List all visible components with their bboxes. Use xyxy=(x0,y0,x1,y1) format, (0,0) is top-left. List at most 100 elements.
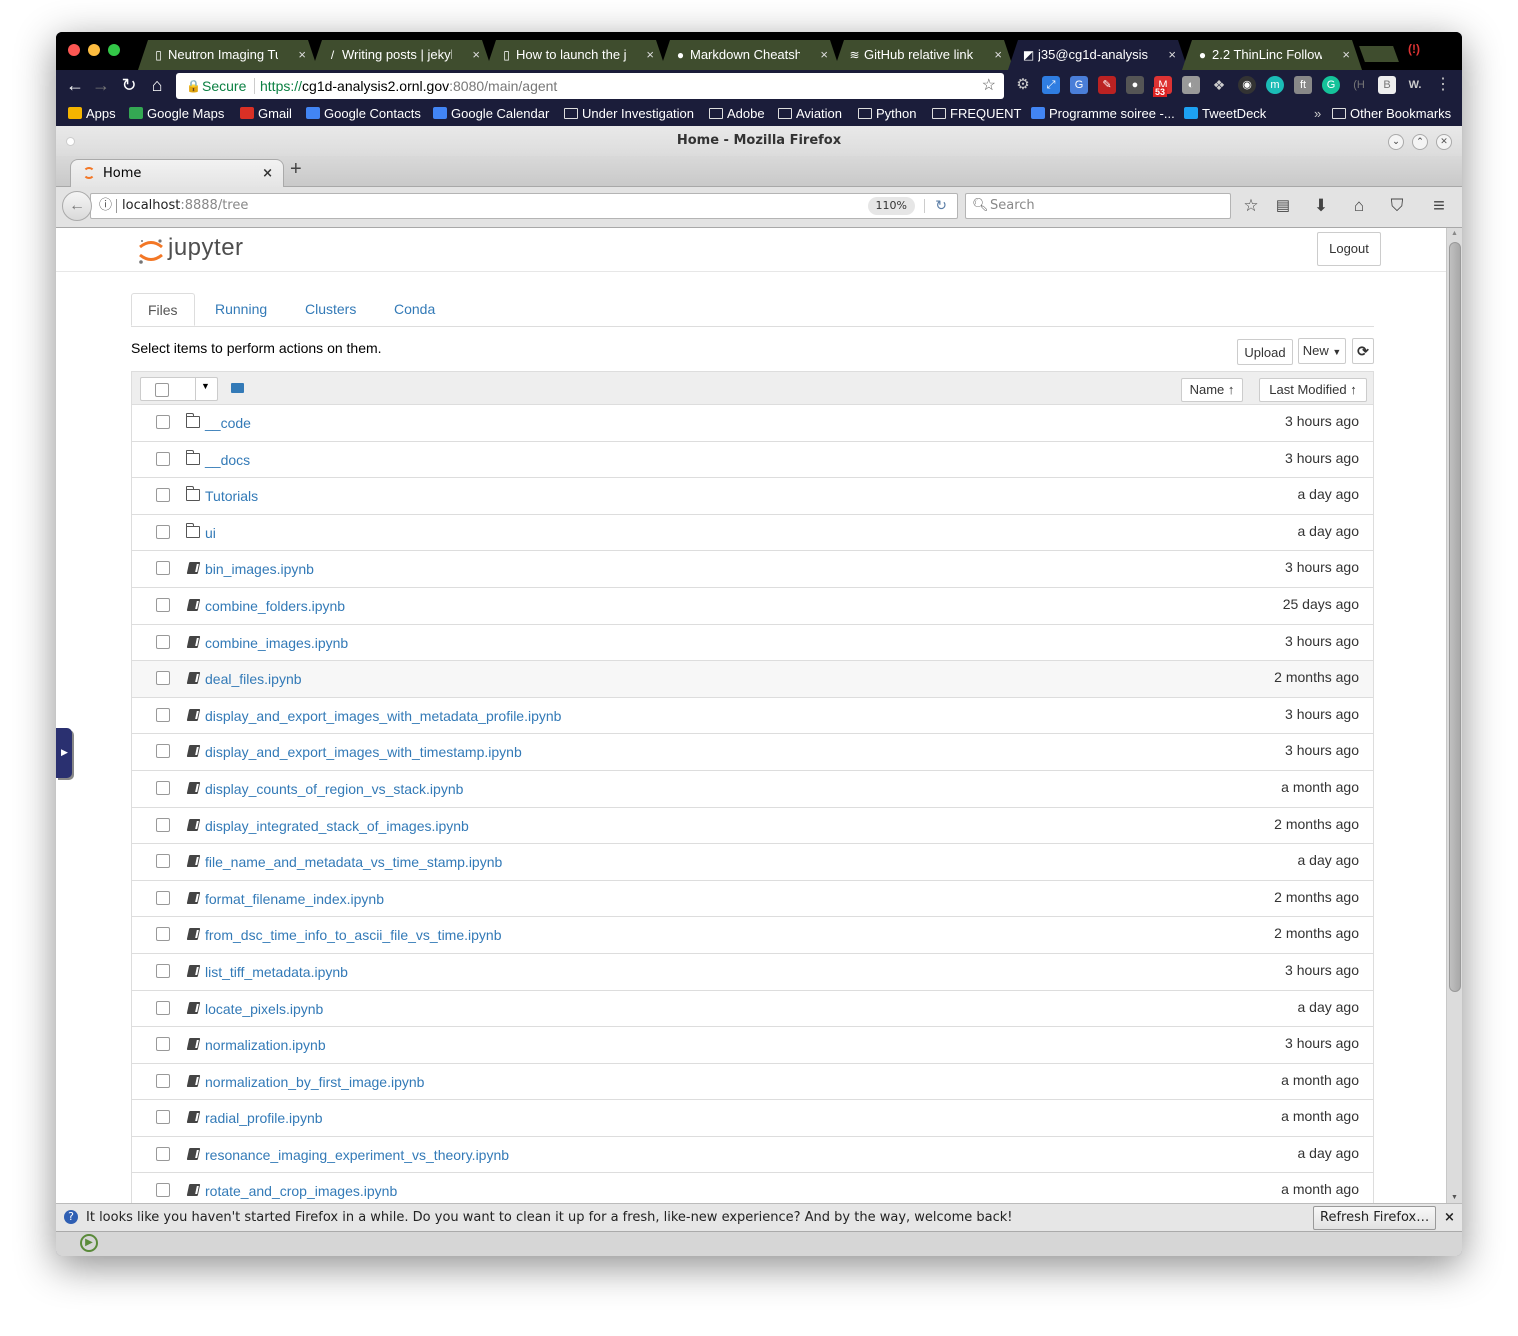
settings-gear-icon[interactable]: ⚙ xyxy=(1014,76,1032,94)
file-name-link[interactable]: display_and_export_images_with_metadata_… xyxy=(205,698,561,734)
file-name-link[interactable]: list_tiff_metadata.ipynb xyxy=(205,954,348,990)
file-row[interactable]: deal_files.ipynb 2 months ago xyxy=(131,661,1374,698)
scrollbar-thumb[interactable] xyxy=(1449,242,1461,992)
file-name-link[interactable]: deal_files.ipynb xyxy=(205,661,302,697)
bookmark-item[interactable]: Google Contacts xyxy=(306,102,421,126)
file-name-link[interactable]: display_and_export_images_with_timestamp… xyxy=(205,734,522,770)
site-info-icon[interactable]: ⓘ xyxy=(99,194,112,218)
file-row[interactable]: resonance_imaging_experiment_vs_theory.i… xyxy=(131,1136,1374,1174)
file-row[interactable]: rotate_and_crop_images.ipynb a month ago xyxy=(131,1173,1374,1203)
file-name-link[interactable]: normalization_by_first_image.ipynb xyxy=(205,1064,424,1100)
row-checkbox[interactable] xyxy=(156,1037,170,1052)
row-checkbox[interactable] xyxy=(156,561,170,576)
file-row[interactable]: combine_images.ipynb 3 hours ago xyxy=(131,624,1374,662)
file-name-link[interactable]: bin_images.ipynb xyxy=(205,551,314,587)
bookmark-star-icon[interactable]: ☆ xyxy=(982,73,996,99)
tab-close-icon[interactable]: × xyxy=(262,160,273,188)
grammarly-icon[interactable]: G xyxy=(1322,76,1340,94)
tab-close-icon[interactable]: × xyxy=(646,40,654,70)
back-icon[interactable]: ← xyxy=(64,74,86,96)
chrome-address-bar[interactable]: 🔒 Secure https://cg1d-analysis2.ornl.gov… xyxy=(176,73,1004,99)
file-row[interactable]: normalization_by_first_image.ipynb a mont… xyxy=(131,1063,1374,1101)
pocket-icon[interactable]: ⛉ xyxy=(1386,195,1408,217)
select-all-checkbox[interactable] xyxy=(155,383,169,397)
new-tab-plus-icon[interactable]: + xyxy=(290,158,302,181)
sync-error-icon[interactable]: (!) xyxy=(1408,42,1420,56)
file-name-link[interactable]: display_integrated_stack_of_images.ipynb xyxy=(205,808,469,844)
select-all-control[interactable]: ▼ xyxy=(140,377,218,401)
row-checkbox[interactable] xyxy=(156,488,170,503)
new-tab-button[interactable] xyxy=(1359,46,1399,62)
row-checkbox[interactable] xyxy=(156,927,170,942)
file-name-link[interactable]: resonance_imaging_experiment_vs_theory.i… xyxy=(205,1137,509,1173)
refresh-firefox-button[interactable]: Refresh Firefox… xyxy=(1313,1206,1437,1230)
row-checkbox[interactable] xyxy=(156,963,170,978)
file-row[interactable]: format_filename_index.ipynb 2 months ago xyxy=(131,880,1374,918)
row-checkbox[interactable] xyxy=(156,744,170,759)
file-name-link[interactable]: radial_profile.ipynb xyxy=(205,1100,323,1136)
font-extension-icon[interactable]: ft xyxy=(1294,76,1312,94)
firefox-tab-home[interactable]: Home × xyxy=(70,159,284,188)
zoom-level-button[interactable]: 110% xyxy=(867,197,915,215)
file-name-link[interactable]: combine_folders.ipynb xyxy=(205,588,345,624)
tab-close-icon[interactable]: × xyxy=(994,40,1002,70)
file-name-link[interactable]: normalization.ipynb xyxy=(205,1027,326,1063)
row-checkbox[interactable] xyxy=(156,1000,170,1015)
bookmark-item[interactable]: FREQUENT xyxy=(932,102,1022,126)
chrome-menu-icon[interactable]: ⋮ xyxy=(1434,76,1452,94)
file-row[interactable]: bin_images.ipynb 3 hours ago xyxy=(131,551,1374,588)
file-name-link[interactable]: Tutorials xyxy=(205,478,258,514)
file-name-link[interactable]: __docs xyxy=(205,442,250,478)
select-dropdown-caret-icon[interactable]: ▼ xyxy=(201,381,210,391)
file-name-link[interactable]: __code xyxy=(205,405,251,441)
tab-close-icon[interactable]: × xyxy=(1168,40,1176,70)
row-checkbox[interactable] xyxy=(156,1073,170,1088)
row-checkbox[interactable] xyxy=(156,1146,170,1161)
row-checkbox[interactable] xyxy=(156,451,170,466)
maximize-icon[interactable]: ⌃ xyxy=(1412,134,1428,150)
color-picker-icon[interactable]: ◉ xyxy=(1238,76,1256,94)
back-button[interactable]: ← xyxy=(62,191,92,221)
home-icon[interactable]: ⌂ xyxy=(1348,195,1370,217)
bookmark-item[interactable]: Google Maps xyxy=(129,102,224,126)
tab-clusters[interactable]: Clusters xyxy=(305,293,356,326)
row-checkbox[interactable] xyxy=(156,707,170,722)
file-row[interactable]: ui a day ago xyxy=(131,514,1374,552)
scroll-down-icon[interactable]: ▼ xyxy=(1451,1194,1458,1201)
file-row[interactable]: __docs 3 hours ago xyxy=(131,441,1374,479)
jupyter-logo[interactable]: jupyter xyxy=(136,234,243,266)
file-name-link[interactable]: locate_pixels.ipynb xyxy=(205,991,323,1027)
tab-running[interactable]: Running xyxy=(215,293,267,326)
bookmark-item[interactable]: Python xyxy=(858,102,916,126)
tab-close-icon[interactable]: × xyxy=(820,40,828,70)
chrome-tab[interactable]: ≋ GitHub relative link in × xyxy=(834,40,1014,70)
row-checkbox[interactable] xyxy=(156,415,170,429)
firefox-url-bar[interactable]: ⓘ localhost:8888/tree 110% ↻ xyxy=(90,193,958,219)
row-checkbox[interactable] xyxy=(156,634,170,649)
bookmark-item[interactable]: Adobe xyxy=(709,102,765,126)
bookmark-item[interactable]: TweetDeck xyxy=(1184,102,1266,126)
upload-button[interactable]: Upload xyxy=(1237,339,1293,365)
file-name-link[interactable]: combine_images.ipynb xyxy=(205,625,348,661)
row-checkbox[interactable] xyxy=(156,1183,170,1198)
new-button[interactable]: New ▼ xyxy=(1298,338,1346,364)
chrome-tab[interactable]: ● 2.2 ThinLinc Followin × xyxy=(1182,40,1362,70)
dropbox-icon[interactable]: ❖ xyxy=(1210,76,1228,94)
forward-icon[interactable]: → xyxy=(90,74,112,96)
window-menu-icon[interactable] xyxy=(66,137,75,146)
file-row[interactable]: display_integrated_stack_of_images.ipynb… xyxy=(131,807,1374,845)
file-row[interactable]: file_name_and_metadata_vs_time_stamp.ipy… xyxy=(131,844,1374,881)
sort-modified-button[interactable]: Last Modified ↑ xyxy=(1259,378,1367,402)
firefox-search-box[interactable]: 🔍︎ Search xyxy=(965,193,1231,219)
adblock-extension-icon[interactable]: ✎ xyxy=(1098,76,1116,94)
chrome-tab[interactable]: ● Markdown Cheatshee × xyxy=(660,40,840,70)
reload-icon[interactable]: ↻ xyxy=(118,74,140,96)
chrome-tab[interactable]: ▯ How to launch the jup × xyxy=(486,40,666,70)
row-checkbox[interactable] xyxy=(156,524,170,539)
reading-list-icon[interactable]: ▤ xyxy=(1272,195,1294,217)
minimize-icon[interactable]: ⌄ xyxy=(1388,134,1404,150)
file-name-link[interactable]: display_counts_of_region_vs_stack.ipynb xyxy=(205,771,463,807)
chrome-tab[interactable]: ◩ j35@cg1d-analysis2. × xyxy=(1008,40,1188,70)
minimize-window-button[interactable] xyxy=(88,44,100,56)
scroll-up-icon[interactable]: ▲ xyxy=(1451,230,1458,237)
